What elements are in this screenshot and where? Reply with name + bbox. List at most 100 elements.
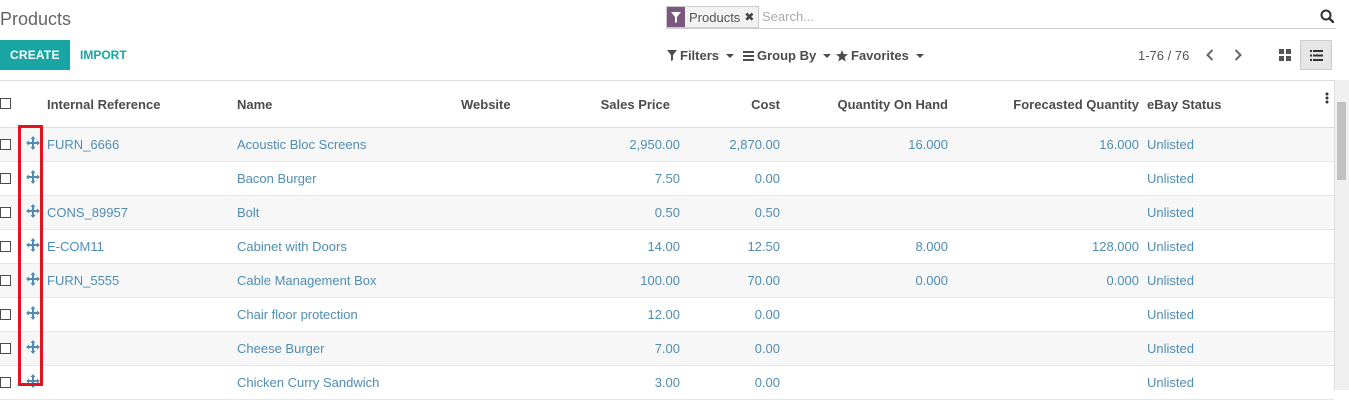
cell-ebay-status: Unlisted — [1147, 273, 1194, 288]
filters-dropdown[interactable]: Filters — [667, 48, 735, 63]
row-checkbox[interactable] — [0, 275, 11, 286]
cell-ebay-status: Unlisted — [1147, 205, 1194, 220]
header-internal-reference[interactable]: Internal Reference — [47, 97, 160, 112]
cell-sales-price: 7.00 — [654, 341, 680, 356]
page-title: Products — [0, 9, 72, 29]
chevron-left-icon[interactable] — [1202, 46, 1218, 64]
bars-icon — [743, 50, 754, 61]
cell-sales-price: 7.50 — [654, 171, 680, 186]
search-bar[interactable]: Products ✖ — [666, 6, 1336, 29]
row-checkbox[interactable] — [0, 377, 11, 388]
cell-name: Bolt — [237, 205, 260, 220]
products-table: Internal Reference Name Website Sales Pr… — [0, 80, 1334, 400]
cell-ebay-status: Unlisted — [1147, 171, 1194, 186]
row-checkbox[interactable] — [0, 207, 11, 218]
table-row[interactable]: Chicken Curry Sandwich 3.00 0.00 Unlisted — [0, 366, 1334, 400]
cell-internal-reference: FURN_5555 — [47, 273, 120, 288]
drag-handle-highlight — [18, 125, 43, 386]
table-row[interactable]: Cheese Burger 7.00 0.00 Unlisted — [0, 332, 1334, 366]
table-row[interactable]: CONS_89957 Bolt 0.50 0.50 Unlisted — [0, 196, 1334, 230]
row-checkbox[interactable] — [0, 173, 11, 184]
cell-internal-reference: FURN_6666 — [47, 137, 120, 152]
cell-forecasted-quantity: 0.000 — [1106, 273, 1139, 288]
cell-cost: 0.00 — [754, 171, 780, 186]
table-row[interactable]: Chair floor protection 12.00 0.00 Unlisted — [0, 298, 1334, 332]
list-icon — [1309, 49, 1323, 61]
header-quantity-on-hand[interactable]: Quantity On Hand — [800, 97, 949, 112]
header-name[interactable]: Name — [237, 97, 272, 112]
cell-sales-price: 2,950.00 — [629, 137, 680, 152]
pager-value[interactable]: 1-76 / 76 — [1138, 48, 1189, 63]
filters-label: Filters — [680, 48, 720, 63]
row-checkbox[interactable] — [0, 241, 11, 252]
caret-down-icon — [823, 53, 832, 58]
cell-forecasted-quantity: 128.000 — [1092, 239, 1139, 254]
cell-quantity-on-hand: 0.000 — [915, 273, 948, 288]
facet-label: Products — [689, 9, 741, 25]
cell-sales-price: 12.00 — [647, 307, 680, 322]
kanban-view-button[interactable] — [1270, 40, 1300, 70]
caret-down-icon — [726, 53, 735, 58]
list-view-button[interactable] — [1300, 40, 1332, 70]
cell-name: Acoustic Bloc Screens — [237, 137, 367, 152]
search-input[interactable] — [762, 8, 1302, 24]
row-checkbox[interactable] — [0, 343, 11, 354]
cell-sales-price: 0.50 — [654, 205, 680, 220]
column-options-icon[interactable] — [1325, 91, 1329, 109]
header-ebay-status[interactable]: eBay Status — [1147, 97, 1221, 112]
table-row[interactable]: E-COM11 Cabinet with Doors 14.00 12.50 8.000… — [0, 230, 1334, 264]
cell-ebay-status: Unlisted — [1147, 239, 1194, 254]
grid-icon — [1279, 49, 1291, 61]
header-forecasted-quantity[interactable]: Forecasted Quantity — [970, 97, 1139, 112]
table-row[interactable]: Bacon Burger 7.50 0.00 Unlisted — [0, 162, 1334, 196]
favorites-dropdown[interactable]: Favorites — [836, 48, 924, 63]
cell-cost: 0.50 — [754, 205, 780, 220]
cell-cost: 0.00 — [754, 341, 780, 356]
create-button[interactable]: CREATE — [0, 40, 70, 70]
cell-name: Chicken Curry Sandwich — [237, 375, 380, 390]
cell-sales-price: 100.00 — [640, 273, 680, 288]
import-button[interactable]: IMPORT — [80, 40, 127, 70]
vertical-scrollbar[interactable] — [1334, 80, 1349, 390]
cell-name: Chair floor protection — [237, 307, 358, 322]
cell-quantity-on-hand: 16.000 — [908, 137, 948, 152]
caret-down-icon — [915, 53, 924, 58]
select-all-checkbox[interactable] — [0, 98, 11, 109]
star-icon — [836, 49, 848, 61]
header-sales-price[interactable]: Sales Price — [560, 97, 670, 112]
search-facet: Products ✖ — [666, 6, 760, 28]
cell-ebay-status: Unlisted — [1147, 341, 1194, 356]
cell-forecasted-quantity: 16.000 — [1099, 137, 1139, 152]
cell-cost: 70.00 — [747, 273, 780, 288]
header-website[interactable]: Website — [461, 97, 511, 112]
magnifier-icon[interactable] — [1320, 9, 1335, 28]
cell-sales-price: 14.00 — [647, 239, 680, 254]
row-checkbox[interactable] — [0, 139, 11, 150]
cell-quantity-on-hand: 8.000 — [915, 239, 948, 254]
row-checkbox[interactable] — [0, 309, 11, 320]
cell-internal-reference: E-COM11 — [47, 239, 104, 254]
filter-icon — [667, 7, 685, 27]
cell-name: Cabinet with Doors — [237, 239, 347, 254]
cell-cost: 12.50 — [747, 239, 780, 254]
cell-cost: 0.00 — [754, 307, 780, 322]
cell-name: Bacon Burger — [237, 171, 317, 186]
favorites-label: Favorites — [851, 48, 909, 63]
groupby-label: Group By — [757, 48, 817, 63]
facet-remove-icon[interactable]: ✖ — [744, 7, 758, 27]
cell-internal-reference: CONS_89957 — [47, 205, 128, 220]
cell-cost: 0.00 — [754, 375, 780, 390]
filter-icon — [667, 50, 677, 61]
table-header: Internal Reference Name Website Sales Pr… — [0, 81, 1334, 128]
cell-ebay-status: Unlisted — [1147, 137, 1194, 152]
chevron-right-icon[interactable] — [1230, 46, 1246, 64]
scrollbar-thumb[interactable] — [1337, 102, 1346, 180]
cell-name: Cheese Burger — [237, 341, 325, 356]
cell-ebay-status: Unlisted — [1147, 375, 1194, 390]
cell-cost: 2,870.00 — [729, 137, 780, 152]
table-row[interactable]: FURN_6666 Acoustic Bloc Screens 2,950.00 2,… — [0, 128, 1334, 162]
cell-name: Cable Management Box — [237, 273, 377, 288]
table-row[interactable]: FURN_5555 Cable Management Box 100.00 70.00… — [0, 264, 1334, 298]
groupby-dropdown[interactable]: Group By — [743, 48, 832, 63]
header-cost[interactable]: Cost — [690, 97, 780, 112]
